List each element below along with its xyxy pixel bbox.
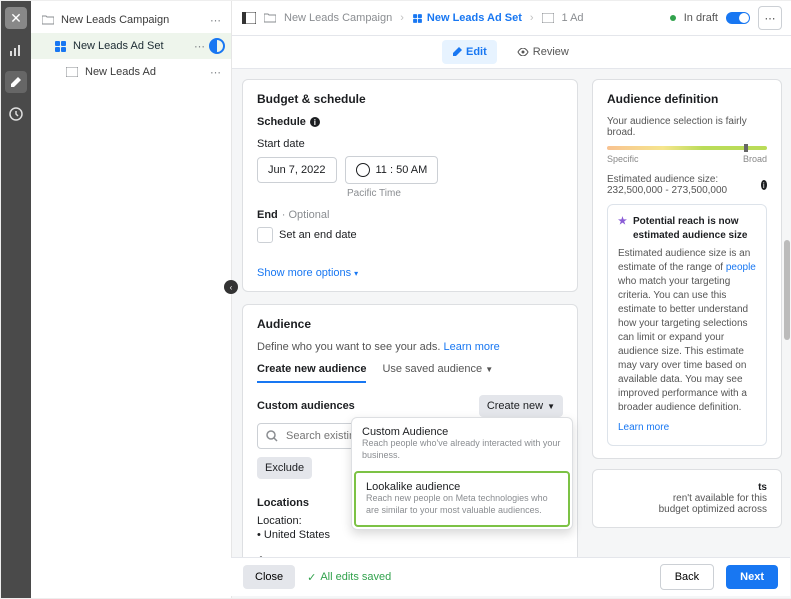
search-icon — [266, 430, 278, 442]
tab-bar: Edit Review — [232, 36, 791, 69]
more-menu-button[interactable]: ⋯ — [758, 6, 782, 30]
start-time-input[interactable]: 11 : 50 AM — [345, 156, 439, 184]
info-icon[interactable]: i — [761, 180, 767, 190]
folder-icon — [264, 13, 276, 23]
learn-more-link[interactable]: Learn more — [444, 341, 500, 353]
info-body-text: Estimated audience size is an estimate o… — [618, 248, 756, 413]
edit-icon[interactable] — [5, 71, 27, 93]
tree-adset-label: New Leads Ad Set — [73, 40, 190, 52]
show-more-link[interactable]: Show more options — [257, 267, 563, 279]
ad-icon — [65, 67, 79, 77]
audience-gauge — [607, 146, 767, 150]
gauge-broad: Broad — [743, 154, 767, 164]
status-text: In draft — [684, 12, 718, 24]
tree-adset[interactable]: New Leads Ad Set ⋯ — [31, 33, 231, 59]
chevron-right-icon: › — [400, 12, 404, 24]
breadcrumb-bar: New Leads Campaign › New Leads Ad Set › … — [232, 1, 791, 36]
schedule-label: Schedulei — [257, 116, 563, 128]
next-button[interactable]: Next — [726, 565, 778, 589]
location-value: • United States — [257, 529, 563, 541]
create-new-dropdown: Custom Audience Reach people who've alre… — [351, 417, 573, 530]
create-new-button[interactable]: Create new▼ — [479, 395, 563, 417]
publish-toggle[interactable] — [726, 12, 750, 24]
campaign-tree: New Leads Campaign ⋯ New Leads Ad Set ⋯ … — [31, 1, 232, 598]
tree-campaign-label: New Leads Campaign — [61, 14, 206, 26]
info-box: ★Potential reach is now estimated audien… — [607, 204, 767, 446]
crumb-campaign[interactable]: New Leads Campaign — [284, 12, 392, 24]
scrollbar[interactable] — [784, 240, 790, 340]
chevron-right-icon: › — [530, 12, 534, 24]
people-link[interactable]: people — [726, 262, 756, 273]
learn-more-link[interactable]: Learn more — [618, 421, 756, 435]
tab-saved-audience[interactable]: Use saved audience ▼ — [382, 363, 493, 383]
audience-definition-card: Audience definition Your audience select… — [592, 79, 782, 459]
tab-create-audience[interactable]: Create new audience — [257, 363, 366, 383]
dropdown-lookalike-audience[interactable]: Lookalike audience Reach new people on M… — [354, 471, 570, 526]
row-menu-icon[interactable]: ⋯ — [206, 14, 225, 27]
tree-ad[interactable]: New Leads Ad ⋯ — [31, 59, 231, 85]
close-icon[interactable]: ✕ — [5, 7, 27, 29]
close-button[interactable]: Close — [243, 565, 295, 589]
folder-icon — [41, 15, 55, 25]
back-button[interactable]: Back — [660, 564, 714, 590]
custom-audiences-label: Custom audiences — [257, 400, 355, 412]
left-rail: ✕ — [1, 1, 31, 598]
start-date-label: Start date — [257, 138, 563, 150]
check-icon: ✓ — [307, 571, 316, 584]
star-icon: ★ — [618, 215, 627, 243]
crumb-ad[interactable]: 1 Ad — [562, 12, 584, 24]
audience-card: Audience Define who you want to see your… — [242, 304, 578, 588]
audience-desc: Define who you want to see your ads. Lea… — [257, 341, 563, 353]
audience-heading: Audience — [257, 317, 563, 331]
exclude-button[interactable]: Exclude — [257, 457, 312, 479]
progress-icon — [209, 38, 225, 54]
crumb-adset[interactable]: New Leads Ad Set — [412, 12, 522, 24]
collapse-tree-icon[interactable]: ‹ — [224, 280, 238, 294]
aud-def-text: Your audience selection is fairly broad. — [607, 116, 767, 138]
info-icon[interactable]: i — [310, 117, 320, 127]
aud-def-heading: Audience definition — [607, 92, 767, 106]
status-dot-icon — [670, 15, 676, 21]
tab-edit[interactable]: Edit — [442, 40, 497, 64]
clock-icon[interactable] — [5, 103, 27, 125]
budget-card: Budget & schedule Schedulei Start date J… — [242, 79, 578, 292]
ad-icon — [542, 13, 554, 23]
panel-icon[interactable] — [242, 12, 256, 24]
timezone-label: Pacific Time — [347, 188, 563, 199]
row-menu-icon[interactable]: ⋯ — [206, 66, 225, 79]
row-menu-icon[interactable]: ⋯ — [190, 40, 209, 53]
end-date-label: End · Optional — [257, 209, 563, 221]
chart-icon[interactable] — [5, 39, 27, 61]
secondary-card: ts ren't available for this budget optim… — [592, 469, 782, 528]
set-end-date-checkbox[interactable]: Set an end date — [257, 227, 563, 243]
tree-ad-label: New Leads Ad — [85, 66, 206, 78]
gauge-specific: Specific — [607, 154, 639, 164]
saved-status: ✓All edits saved — [307, 571, 391, 584]
dropdown-custom-audience[interactable]: Custom Audience Reach people who've alre… — [352, 418, 572, 469]
start-date-input[interactable]: Jun 7, 2022 — [257, 157, 337, 183]
tree-campaign[interactable]: New Leads Campaign ⋯ — [31, 7, 231, 33]
chevron-down-icon: ▼ — [547, 402, 555, 411]
tab-review[interactable]: Review — [507, 40, 579, 64]
budget-heading: Budget & schedule — [257, 92, 563, 106]
main-pane: New Leads Campaign › New Leads Ad Set › … — [232, 1, 791, 598]
clock-icon — [356, 163, 370, 177]
footer-bar: Close ✓All edits saved Back Next — [231, 557, 790, 596]
adset-icon — [53, 41, 67, 52]
estimated-size: Estimated audience size: 232,500,000 - 2… — [607, 174, 767, 196]
